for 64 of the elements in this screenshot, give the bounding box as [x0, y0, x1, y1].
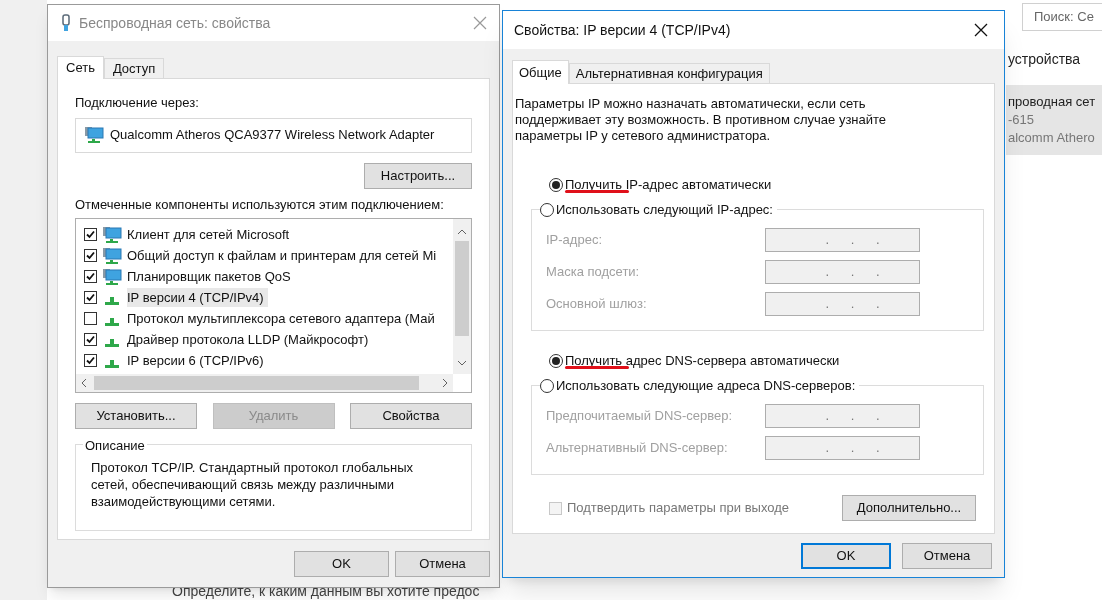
dialog-button[interactable]: Отмена — [902, 543, 992, 569]
network-computer-icon — [102, 246, 122, 265]
field-label: Маска подсети: — [546, 263, 641, 282]
component-item[interactable]: Клиент для сетей Microsoft — [127, 224, 294, 245]
dialog-button[interactable]: Отмена — [395, 551, 490, 577]
tab[interactable]: Сеть — [57, 56, 104, 79]
component-item[interactable]: Планировщик пакетов QoS — [127, 266, 295, 287]
tab[interactable]: Альтернативная конфигурация — [568, 63, 770, 83]
selected-list-item[interactable]: проводная сет -615 alcomm Athero — [1006, 85, 1102, 155]
checkbox[interactable] — [84, 291, 97, 304]
network-protocol-icon — [105, 296, 119, 305]
radio-label: Использовать следующий IP-адрес: — [556, 201, 773, 219]
dialog-button[interactable]: Дополнительно... — [842, 495, 976, 521]
tab[interactable]: Общие — [512, 60, 569, 84]
adapter-name: Qualcomm Atheros QCA9377 Wireless Network Adapter — [110, 126, 435, 145]
checkbox-label: Подтвердить параметры при выходе — [567, 499, 790, 518]
network-protocol-icon — [105, 317, 119, 326]
checkbox[interactable] — [84, 228, 97, 241]
radio-label: Получить IP-адрес автоматически — [565, 176, 772, 195]
checkbox[interactable] — [84, 354, 97, 367]
dialog-button[interactable]: Установить... — [75, 403, 197, 429]
component-item[interactable]: Драйвер протокола LLDP (Майкрософт) — [127, 329, 373, 350]
component-item[interactable]: IP версии 6 (TCP/IPv6) — [127, 350, 268, 371]
network-computer-icon — [84, 126, 104, 144]
network-protocol-icon — [105, 359, 119, 368]
network-adapter-icon — [61, 14, 71, 32]
radio-label: Использовать следующие адреса DNS-серверов: — [556, 377, 856, 395]
section-heading: устройства — [1008, 50, 1081, 69]
component-item[interactable]: Общий доступ к файлам и принтерам для сетей Mi — [127, 245, 441, 266]
dialog-button[interactable]: OK — [801, 543, 891, 569]
close-icon[interactable] — [974, 23, 988, 37]
window-title: Свойства: IP версии 4 (TCP/IPv4) — [514, 20, 732, 40]
dialog-button[interactable]: Свойства — [350, 403, 472, 429]
section-label: Подключение через: — [75, 94, 200, 112]
horizontal-scrollbar[interactable] — [76, 374, 453, 392]
window-title: Беспроводная сеть: свойства — [79, 13, 272, 33]
footer-text: Определите, к каким данным вы хотите предос — [172, 582, 480, 600]
scroll-right-icon[interactable] — [441, 378, 449, 388]
field-label: Альтернативный DNS-сервер: — [546, 439, 729, 458]
checkbox[interactable] — [84, 333, 97, 346]
dialog-button[interactable]: OK — [294, 551, 389, 577]
network-computer-icon — [102, 225, 122, 244]
search-field[interactable]: Поиск: Се — [1022, 3, 1102, 31]
checkbox[interactable] — [84, 312, 97, 325]
component-item[interactable]: Протокол мультиплексора сетевого адаптера (Май — [127, 308, 439, 329]
intro-text: Параметры IP можно назначать автоматически, если сеть поддерживает эту возможность. В противном случае узнайте параметры IP у сетевого администратора. — [514, 96, 888, 144]
field-label: Основной шлюз: — [546, 295, 648, 314]
vertical-scrollbar[interactable] — [453, 219, 471, 374]
radio-label: Получить адрес DNS-сервера автоматически — [565, 352, 840, 371]
component-item[interactable]: IP версии 4 (TCP/IPv4) — [127, 287, 268, 308]
item-text: alcomm Athero — [1008, 129, 1096, 147]
item-text: проводная сет — [1008, 93, 1097, 111]
checkbox[interactable] — [84, 270, 97, 283]
field-label: IP-адрес: — [546, 231, 603, 250]
item-text: -615 — [1008, 111, 1036, 129]
dialog-button[interactable]: Настроить... — [364, 162, 472, 189]
scroll-left-icon[interactable] — [80, 378, 88, 388]
checkbox[interactable] — [84, 249, 97, 262]
network-protocol-icon — [105, 338, 119, 347]
section-label: Отмеченные компоненты используются этим подключением: — [75, 195, 445, 214]
tab[interactable]: Доступ — [103, 58, 165, 78]
description-text: Протокол TCP/IP. Стандартный протокол глобальных сетей, обеспечивающий связь между различными взаимодействующими сетями. — [91, 459, 415, 510]
field-label: Предпочитаемый DNS-сервер: — [546, 407, 734, 426]
network-computer-icon — [102, 267, 122, 286]
